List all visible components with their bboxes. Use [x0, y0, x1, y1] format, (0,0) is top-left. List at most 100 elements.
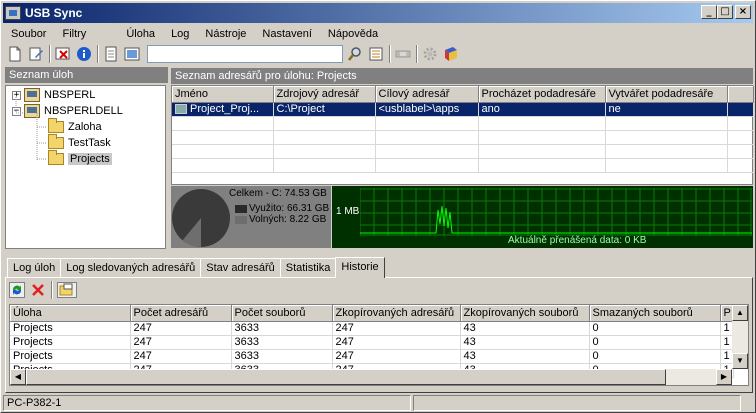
scroll-thumb[interactable]: [26, 369, 666, 385]
tab-bar: Log úloh Log sledovaných adresářů Stav a…: [7, 257, 385, 278]
delete-icon[interactable]: [30, 282, 46, 298]
col-vytvaret[interactable]: Vytvářet podadresáře: [605, 86, 728, 103]
app-icon: [5, 6, 21, 20]
cell: 43: [460, 321, 590, 336]
menu-uloha[interactable]: Úloha: [118, 28, 163, 40]
directory-table[interactable]: Jméno Zdrojový adresář Cílový adresář Pr…: [171, 85, 754, 185]
disk-panel: Celkem - C: 74.53 GB Využito: 66.31 GB V…: [171, 186, 331, 248]
scroll-up-button[interactable]: ▲: [732, 305, 748, 321]
col-pocet-adresaru[interactable]: Počet adresářů: [130, 305, 232, 322]
search-icon[interactable]: [347, 46, 363, 62]
legend-free-swatch: [235, 215, 247, 224]
menu-soubor[interactable]: Soubor: [3, 28, 54, 40]
toolbar-separator: [389, 45, 391, 63]
cell: 247: [130, 335, 232, 350]
cell-target: <usblabel>\apps: [375, 102, 479, 117]
toolbar-separator: [51, 281, 53, 299]
task-tree[interactable]: + NBSPERL − NBSPERLDELL Zaloha TestTask …: [5, 85, 166, 249]
tab-historie[interactable]: Historie: [335, 257, 385, 278]
graph-scale-label: 1 MB: [336, 206, 360, 217]
dir-panel-header: Seznam adresářů pro úlohu: Projects: [171, 68, 753, 84]
toolbar: [3, 43, 753, 65]
col-pocet-souboru[interactable]: Počet souborů: [231, 305, 333, 322]
cell: 0: [589, 335, 721, 350]
disk-total: Celkem - C: 74.53 GB: [229, 188, 327, 199]
new-file-icon[interactable]: [7, 46, 23, 62]
cell-browse: ano: [478, 102, 606, 117]
info-icon[interactable]: [76, 46, 92, 62]
tab-log-uloh[interactable]: Log úloh: [7, 258, 62, 277]
tab-log-sledovanych[interactable]: Log sledovaných adresářů: [60, 258, 202, 277]
cell: 247: [332, 349, 461, 364]
disk-usage-pie: [172, 189, 230, 247]
window-title: USB Sync: [25, 6, 83, 20]
preview-icon[interactable]: [124, 46, 140, 62]
col-smazanych[interactable]: Smazaných souborů: [589, 305, 721, 322]
col-zdrojovy[interactable]: Zdrojový adresář: [273, 86, 376, 103]
table-row[interactable]: Project_Proj... C:\Project <usblabel>\ap…: [172, 102, 754, 117]
menu-bar: Soubor Filtry Úloha Log Nástroje Nastave…: [3, 24, 753, 43]
tree-node-label: Zaloha: [68, 121, 102, 133]
gear-icon[interactable]: [422, 46, 438, 62]
col-filler: [727, 86, 754, 103]
task-panel-header: Seznam úloh: [5, 67, 168, 83]
history-vscrollbar[interactable]: ▲ ▼: [732, 305, 748, 369]
cell-source: C:\Project: [273, 102, 376, 117]
tree-node-label: TestTask: [68, 137, 111, 149]
title-bar[interactable]: USB Sync _ □ ×: [3, 3, 753, 23]
help-book-icon[interactable]: [443, 46, 459, 62]
edit-icon[interactable]: [28, 46, 44, 62]
menu-nastaveni[interactable]: Nastavení: [254, 28, 320, 40]
status-panel-2: [413, 395, 741, 411]
col-cilovy[interactable]: Cílový adresář: [375, 86, 479, 103]
col-jmeno[interactable]: Jméno: [172, 86, 274, 103]
cell: 3633: [231, 321, 333, 336]
table-row[interactable]: Projects24736332474301: [10, 335, 734, 350]
cell-create: ne: [605, 102, 728, 117]
menu-napoveda[interactable]: Nápověda: [320, 28, 386, 40]
main-window: USB Sync _ □ × Soubor Filtry Úloha Log N…: [0, 0, 756, 413]
close-button[interactable]: ×: [735, 5, 751, 19]
status-bar: PC-P382-1: [3, 395, 753, 412]
history-toolbar: [9, 280, 82, 300]
transfer-graph: [360, 188, 752, 236]
cell: Projects: [10, 321, 131, 336]
list-icon[interactable]: [368, 46, 384, 62]
tab-statistika[interactable]: Statistika: [279, 258, 337, 277]
search-input[interactable]: [147, 45, 343, 63]
cell: 0: [589, 349, 721, 364]
history-hscrollbar[interactable]: ◀ ▶: [10, 369, 732, 385]
scroll-right-button[interactable]: ▶: [716, 369, 732, 385]
sync-icon[interactable]: [395, 46, 411, 62]
scroll-down-button[interactable]: ▼: [732, 353, 748, 369]
minimize-button[interactable]: _: [701, 5, 717, 19]
col-zkop-adresaru[interactable]: Zkopírovaných adresářů: [332, 305, 461, 322]
cell-name: Project_Proj...: [172, 102, 274, 117]
export-icon[interactable]: [57, 282, 77, 298]
table-row[interactable]: Projects24736332474301: [10, 321, 734, 336]
cell: 43: [460, 335, 590, 350]
toolbar-separator: [416, 45, 418, 63]
refresh-icon[interactable]: [9, 282, 25, 298]
status-computer: PC-P382-1: [3, 395, 411, 411]
scroll-left-button[interactable]: ◀: [10, 369, 26, 385]
legend-used-swatch: [235, 204, 247, 213]
col-prochazet[interactable]: Procházet podadresáře: [478, 86, 606, 103]
maximize-button[interactable]: □: [717, 5, 733, 19]
table-row[interactable]: Projects24736332474301: [10, 349, 734, 364]
toolbar-separator: [97, 45, 99, 63]
tab-stav-adresaru[interactable]: Stav adresářů: [200, 258, 281, 277]
menu-filtry[interactable]: Filtry: [54, 28, 94, 40]
col-zkop-souboru[interactable]: Zkopírovaných souborů: [460, 305, 590, 322]
row-icon: [175, 104, 187, 115]
cell: 247: [130, 321, 232, 336]
history-table[interactable]: Úloha Počet adresářů Počet souborů Zkopí…: [9, 304, 749, 386]
document-icon[interactable]: [103, 46, 119, 62]
col-uloha[interactable]: Úloha: [10, 305, 131, 322]
menu-nastroje[interactable]: Nástroje: [197, 28, 254, 40]
transfer-graph-panel: 1 MB Aktuálně přenášená data: 0 KB: [332, 186, 753, 248]
cell: 247: [332, 335, 461, 350]
cell: 247: [130, 349, 232, 364]
delete-task-icon[interactable]: [55, 46, 71, 62]
menu-log[interactable]: Log: [163, 28, 197, 40]
